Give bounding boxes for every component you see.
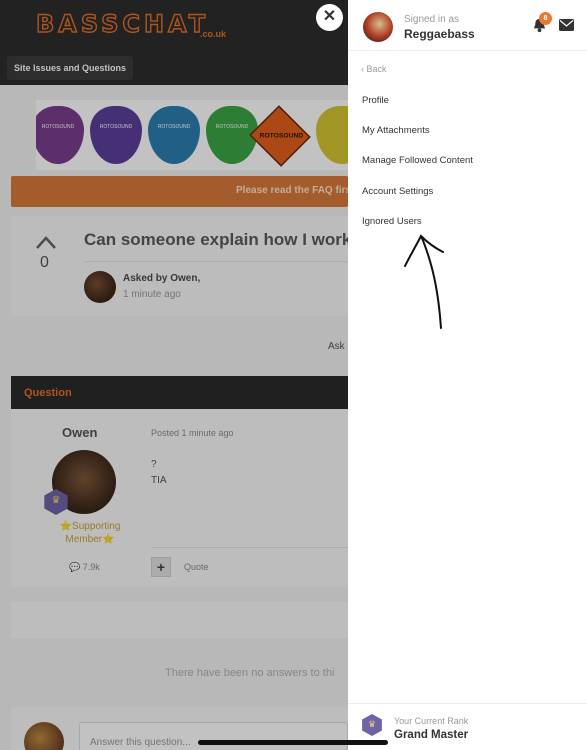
chevron-left-icon: ‹ (361, 64, 364, 74)
back-link[interactable]: ‹ Back (361, 64, 387, 74)
drawer-header: Signed in as Reggaebass 8 (348, 0, 587, 50)
back-link-label: Back (366, 64, 387, 74)
menu-item-manage-followed-content[interactable]: Manage Followed Content (362, 155, 473, 166)
username[interactable]: Reggaebass (404, 27, 475, 41)
close-drawer-button[interactable]: ✕ (316, 4, 343, 31)
rank-label: Your Current Rank (394, 716, 469, 726)
mail-icon[interactable] (559, 19, 574, 31)
user-avatar[interactable] (363, 12, 393, 42)
annotation-arrow-icon (404, 234, 444, 329)
menu-item-ignored-users[interactable]: Ignored Users (362, 216, 422, 227)
dim-overlay[interactable] (0, 0, 348, 750)
rank-name: Grand Master (394, 729, 469, 741)
home-indicator[interactable] (198, 740, 388, 745)
crown-icon: ♛ (362, 714, 382, 736)
menu-item-account-settings[interactable]: Account Settings (362, 186, 433, 197)
menu-item-profile[interactable]: Profile (362, 95, 389, 106)
user-menu-drawer: Signed in as Reggaebass 8 ‹ Back Profile… (348, 0, 587, 750)
signed-in-label: Signed in as (404, 14, 460, 25)
divider (348, 50, 587, 51)
notification-count-badge: 8 (539, 12, 552, 25)
menu-item-my-attachments[interactable]: My Attachments (362, 125, 430, 136)
